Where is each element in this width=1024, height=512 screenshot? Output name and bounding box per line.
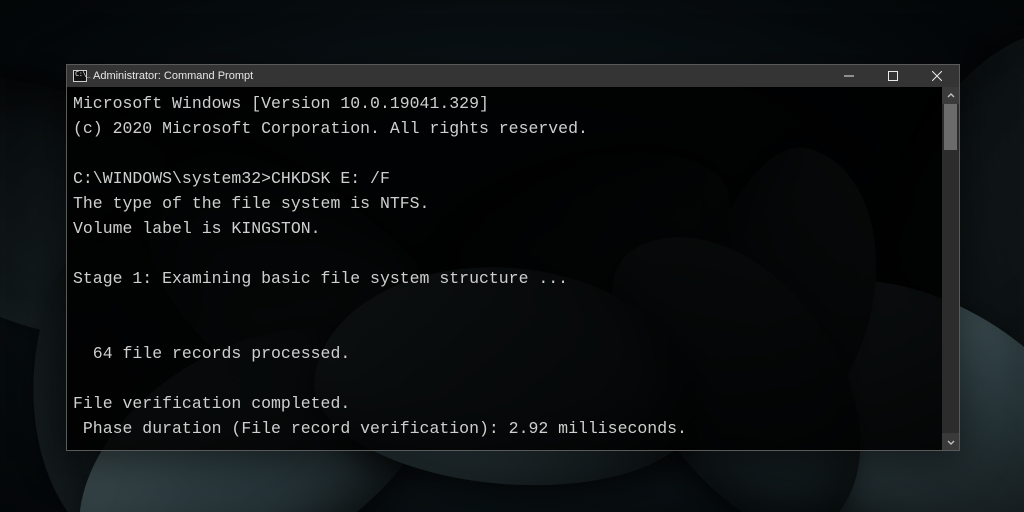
terminal-line: Volume label is KINGSTON. [73,219,321,238]
titlebar[interactable]: Administrator: Command Prompt [67,65,959,87]
close-button[interactable] [915,65,959,87]
terminal-line: Microsoft Windows [Version 10.0.19041.32… [73,94,489,113]
minimize-button[interactable] [827,65,871,87]
terminal-line: Stage 1: Examining basic file system str… [73,269,568,288]
command-prompt-window: Administrator: Command Prompt Microsoft … [66,64,960,451]
terminal-line: Phase duration (File record verification… [73,419,687,438]
chevron-up-icon [947,92,955,100]
terminal-line: C:\WINDOWS\system32>CHKDSK E: /F [73,169,390,188]
terminal-line: (c) 2020 Microsoft Corporation. All righ… [73,119,588,138]
cmd-icon [73,70,87,82]
terminal-output[interactable]: Microsoft Windows [Version 10.0.19041.32… [67,87,942,450]
terminal-line: File verification completed. [73,394,350,413]
chevron-down-icon [947,438,955,446]
close-icon [932,71,942,81]
window-title: Administrator: Command Prompt [93,70,253,82]
maximize-button[interactable] [871,65,915,87]
maximize-icon [888,71,898,81]
scroll-down-button[interactable] [942,433,959,450]
vertical-scrollbar[interactable] [942,87,959,450]
minimize-icon [844,71,854,81]
terminal-line: The type of the file system is NTFS. [73,194,429,213]
scroll-thumb[interactable] [944,104,957,150]
scroll-up-button[interactable] [942,87,959,104]
terminal-line: 64 file records processed. [73,344,350,363]
